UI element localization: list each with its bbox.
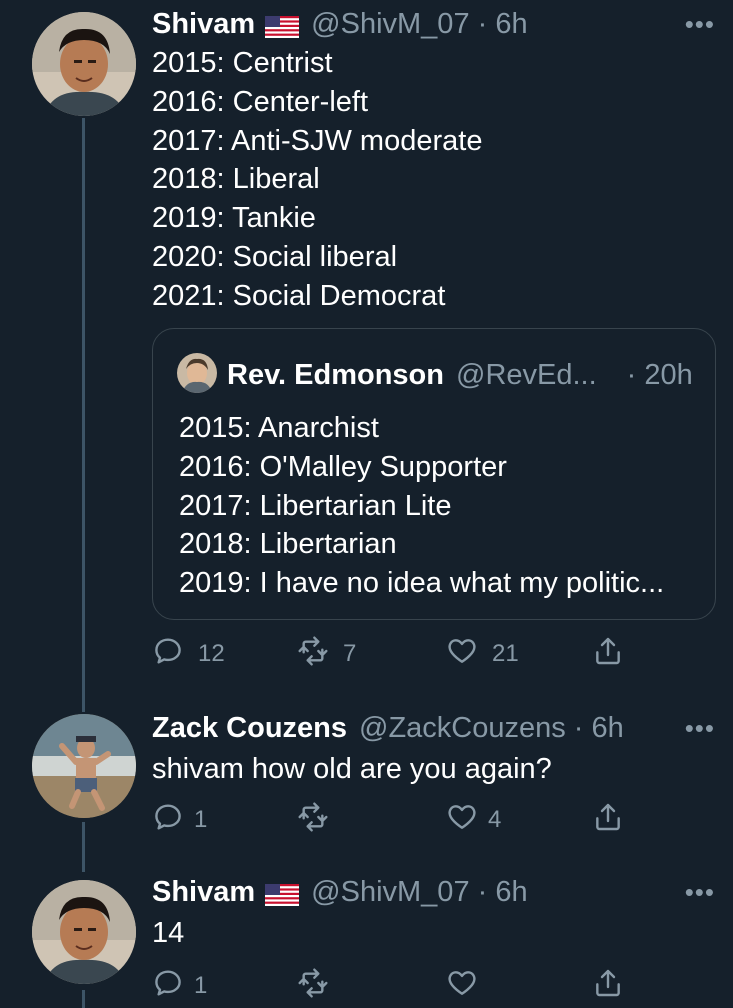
share-button[interactable] xyxy=(592,966,624,1006)
avatar[interactable] xyxy=(32,12,136,116)
more-options-icon[interactable]: ••• xyxy=(685,879,715,905)
reply-button[interactable]: 1 xyxy=(152,800,207,840)
more-options-icon[interactable]: ••• xyxy=(685,715,715,741)
retweet-icon xyxy=(297,635,329,674)
tweet-actions: 1 xyxy=(152,966,652,1006)
share-button[interactable] xyxy=(592,634,624,674)
handle-timestamp[interactable]: @ShivM_07 · 6h xyxy=(311,8,527,41)
tweet-actions: 12 7 21 xyxy=(152,634,652,674)
retweet-button[interactable] xyxy=(297,800,329,840)
quoted-handle: @RevEd... xyxy=(456,358,597,391)
reply-button[interactable]: 1 xyxy=(152,966,207,1006)
retweet-icon xyxy=(297,967,329,1006)
quoted-timestamp: · 20h xyxy=(626,358,693,391)
quoted-tweet[interactable]: Rev. Edmonson @RevEd... · 20h 2015: Anar… xyxy=(152,328,716,620)
share-icon xyxy=(592,967,624,1006)
display-name[interactable]: Shivam xyxy=(152,8,255,41)
retweet-count: 7 xyxy=(343,640,357,667)
like-button[interactable]: 4 xyxy=(446,800,501,840)
avatar[interactable] xyxy=(32,714,136,818)
retweet-button[interactable]: 7 xyxy=(297,634,356,674)
avatar xyxy=(177,353,217,393)
share-button[interactable] xyxy=(592,800,624,840)
reply-icon xyxy=(152,635,184,674)
tweet-actions: 1 4 xyxy=(152,800,652,840)
like-button[interactable] xyxy=(446,966,478,1006)
heart-icon xyxy=(446,967,478,1006)
tweet[interactable]: Zack Couzens @ZackCouzens · 6h ••• shiva… xyxy=(0,700,733,860)
like-count: 21 xyxy=(492,640,519,667)
tweet[interactable]: Shivam @ShivM_07 · 6h ••• 2015: Centrist… xyxy=(0,0,733,700)
retweet-button[interactable] xyxy=(297,966,329,1006)
reply-count: 1 xyxy=(194,806,208,833)
tweet-text: 2015: Centrist 2016: Center-left 2017: A… xyxy=(152,47,483,312)
us-flag-icon xyxy=(265,13,300,38)
share-icon xyxy=(592,801,624,840)
tweet-text: shivam how old are you again? xyxy=(152,753,552,785)
reply-button[interactable]: 12 xyxy=(152,634,225,674)
heart-icon xyxy=(446,801,478,840)
reply-icon xyxy=(152,967,184,1006)
us-flag-icon xyxy=(265,881,300,906)
retweet-icon xyxy=(297,801,329,840)
like-button[interactable]: 21 xyxy=(446,634,519,674)
tweet[interactable]: Shivam @ShivM_07 · 6h ••• 14 1 xyxy=(0,864,733,1008)
reply-icon xyxy=(152,801,184,840)
display-name[interactable]: Zack Couzens xyxy=(152,712,347,745)
quoted-display-name: Rev. Edmonson xyxy=(227,358,444,391)
tweet-text: 14 xyxy=(152,917,185,949)
handle-timestamp[interactable]: @ShivM_07 · 6h xyxy=(311,876,527,909)
avatar[interactable] xyxy=(32,880,136,984)
display-name[interactable]: Shivam xyxy=(152,876,255,909)
more-options-icon[interactable]: ••• xyxy=(685,11,715,37)
quoted-tweet-text: 2015: Anarchist 2016: O'Malley Supporter… xyxy=(179,412,665,600)
reply-count: 1 xyxy=(194,972,208,999)
like-count: 4 xyxy=(488,806,502,833)
share-icon xyxy=(592,635,624,674)
reply-count: 12 xyxy=(198,640,225,667)
handle-timestamp[interactable]: @ZackCouzens · 6h xyxy=(359,712,624,745)
heart-icon xyxy=(446,635,478,674)
